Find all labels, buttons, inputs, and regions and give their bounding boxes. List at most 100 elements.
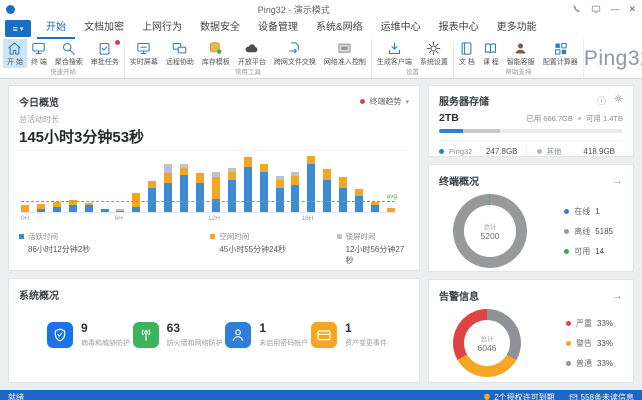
- menu-item-3[interactable]: 数据安全: [191, 19, 249, 39]
- bar-segment: [355, 196, 363, 212]
- file-menu-button[interactable]: ≡▾: [5, 20, 31, 37]
- chart-bar-hour-9[interactable]: [164, 164, 172, 212]
- ribbon-button-course[interactable]: 课 程: [479, 39, 503, 68]
- bar-segment: [307, 164, 315, 212]
- ribbon-button-remote-assist[interactable]: 远程协助: [162, 39, 198, 68]
- bar-segment: [53, 207, 61, 212]
- storage-bar-segment: [463, 129, 500, 133]
- chart-bar-hour-14[interactable]: [244, 157, 252, 212]
- chart-x-axis: 0H6H12H18H: [21, 215, 395, 224]
- user-icon: [230, 327, 246, 343]
- terminal-detail-arrow[interactable]: →: [612, 176, 623, 186]
- menu-bar: ≡▾ 开始文档加密上网行为数据安全设备管理系统&网络运维中心报表中心更多功能: [0, 18, 642, 39]
- bar-segment: [196, 173, 204, 182]
- ribbon-button-file-exchange[interactable]: 跨网文件交换: [270, 39, 320, 68]
- license-expiry-status[interactable]: 2个授权许可到期: [483, 392, 554, 400]
- info-icon[interactable]: ⓘ: [597, 94, 606, 107]
- chevron-down-icon: ▾: [20, 25, 24, 33]
- chart-bar-hour-6[interactable]: [116, 209, 124, 212]
- chart-bar-hour-8[interactable]: [148, 181, 156, 212]
- donut-legend-item-0: 严重33%: [566, 318, 613, 329]
- chart-bar-hour-3[interactable]: [69, 200, 77, 212]
- chart-bar-hour-22[interactable]: [371, 202, 379, 212]
- menu-item-0[interactable]: 开始: [37, 19, 75, 39]
- window-titlebar: Ping32 - 演示模式 — ✕: [0, 0, 642, 18]
- ribbon-button-smart-service[interactable]: 智能客服: [503, 39, 539, 68]
- ribbon-button-network-access[interactable]: 网络准入控制: [320, 39, 370, 68]
- legend-swatch: [337, 234, 342, 239]
- gear-icon: [426, 41, 441, 56]
- avg-line: avg: [21, 201, 395, 202]
- menu-item-6[interactable]: 运维中心: [372, 19, 430, 39]
- chart-legend: 活跃时间86小时12分钟2秒空闲时间45小时55分钟24秒锁屏时间12小时56分…: [19, 231, 409, 266]
- total-activity-label: 总活动时长: [19, 114, 409, 125]
- stat-asset-change-events[interactable]: 1资产变更事件: [311, 322, 387, 348]
- calculator-icon: [553, 41, 568, 56]
- close-button[interactable]: ✕: [628, 5, 636, 14]
- chart-bar-hour-4[interactable]: [85, 203, 93, 212]
- ribbon-group-label: 帮助支持: [455, 68, 582, 78]
- ribbon-button-search[interactable]: 聚合搜索: [51, 39, 87, 68]
- ribbon-button-approval[interactable]: 审批任务: [87, 39, 123, 68]
- total-activity-value: 145小时3分钟53秒: [19, 126, 409, 147]
- bar-segment: [307, 156, 315, 164]
- ribbon-button-docs[interactable]: 文 档: [455, 39, 479, 68]
- ribbon-button-inventory-template[interactable]: 库存模板: [198, 39, 234, 68]
- storage-used: 已用 666.7GB: [526, 113, 573, 124]
- chart-bar-hour-7[interactable]: [132, 193, 140, 212]
- trend-selector[interactable]: 终端趋势 ▾: [360, 96, 409, 107]
- ribbon-button-generate-client[interactable]: 生成客户端: [373, 39, 416, 68]
- monitor-icon: [31, 41, 46, 56]
- chart-bar-hour-1[interactable]: [37, 204, 45, 212]
- legend-swatch: [564, 209, 569, 214]
- chart-bar-hour-20[interactable]: [339, 177, 347, 212]
- chart-bar-hour-12[interactable]: [212, 172, 220, 212]
- ribbon-button-home[interactable]: 开 始: [3, 39, 27, 68]
- menu-item-7[interactable]: 报表中心: [430, 19, 488, 39]
- chart-bar-hour-5[interactable]: [101, 209, 109, 212]
- chart-bar-hour-17[interactable]: [291, 172, 299, 212]
- support-phone-icon[interactable]: [572, 4, 582, 14]
- chart-bar-hour-15[interactable]: [260, 164, 268, 212]
- ribbon-button-live-screen[interactable]: 实时屏幕: [126, 39, 162, 68]
- ribbon-button-config-calculator[interactable]: 配置计算器: [539, 39, 582, 68]
- chart-bar-hour-10[interactable]: [180, 164, 188, 212]
- menu-item-2[interactable]: 上网行为: [133, 19, 191, 39]
- bar-segment: [164, 164, 172, 173]
- gear-icon[interactable]: [614, 94, 623, 107]
- chart-bar-hour-19[interactable]: [323, 169, 331, 212]
- stat-firewall-protection[interactable]: 63防火墙和网络防护: [133, 322, 223, 348]
- unread-messages-status[interactable]: 558条未读信息: [569, 392, 634, 400]
- menu-item-5[interactable]: 系统&网络: [307, 19, 372, 39]
- storage-breakdown: Ping32247.8GB其他418.9GB: [439, 140, 623, 157]
- avg-label: avg: [387, 193, 397, 200]
- bar-segment: [212, 177, 220, 198]
- screen-share-icon[interactable]: [591, 4, 601, 14]
- stat-no-password-accounts[interactable]: 1未启用密码帐户: [225, 322, 308, 348]
- bar-segment: [132, 207, 140, 212]
- chart-bar-hour-11[interactable]: [196, 173, 204, 212]
- ribbon-button-terminal[interactable]: 终 端: [27, 39, 51, 68]
- menu-item-1[interactable]: 文档加密: [75, 19, 133, 39]
- ribbon-button-system-settings[interactable]: 系统设置: [416, 39, 452, 68]
- stat-virus-protection[interactable]: 9病毒和威胁防护: [47, 322, 130, 348]
- donut-legend-item-0: 在线1: [564, 206, 613, 217]
- bar-segment: [244, 167, 252, 212]
- chart-bar-hour-23[interactable]: [387, 208, 395, 212]
- chart-bar-hour-0[interactable]: [21, 205, 29, 212]
- bar-segment: [180, 175, 188, 212]
- alarm-info-panel: 告警信息 → 总计 6046 严重33%警告33%普通33%: [428, 279, 634, 383]
- ribbon-toolbar: 开 始 终 端 聚合搜索 审批任务 快速开始 实时屏幕: [0, 39, 642, 79]
- chart-bar-hour-18[interactable]: [307, 156, 315, 212]
- ribbon-button-open-platform[interactable]: 开放平台: [234, 39, 270, 68]
- storage-item-0: Ping32247.8GB: [439, 146, 526, 157]
- chart-bar-hour-16[interactable]: [276, 176, 284, 212]
- live-screen-icon: [136, 41, 151, 56]
- chart-bar-hour-13[interactable]: [228, 168, 236, 212]
- minimize-button[interactable]: —: [610, 5, 619, 14]
- alarm-detail-arrow[interactable]: →: [612, 291, 623, 301]
- menu-item-4[interactable]: 设备管理: [249, 19, 307, 39]
- menu-item-8[interactable]: 更多功能: [488, 19, 546, 39]
- chart-bar-hour-2[interactable]: [53, 202, 61, 212]
- legend-item-2: 锁屏时间12小时56分钟27秒: [337, 231, 409, 266]
